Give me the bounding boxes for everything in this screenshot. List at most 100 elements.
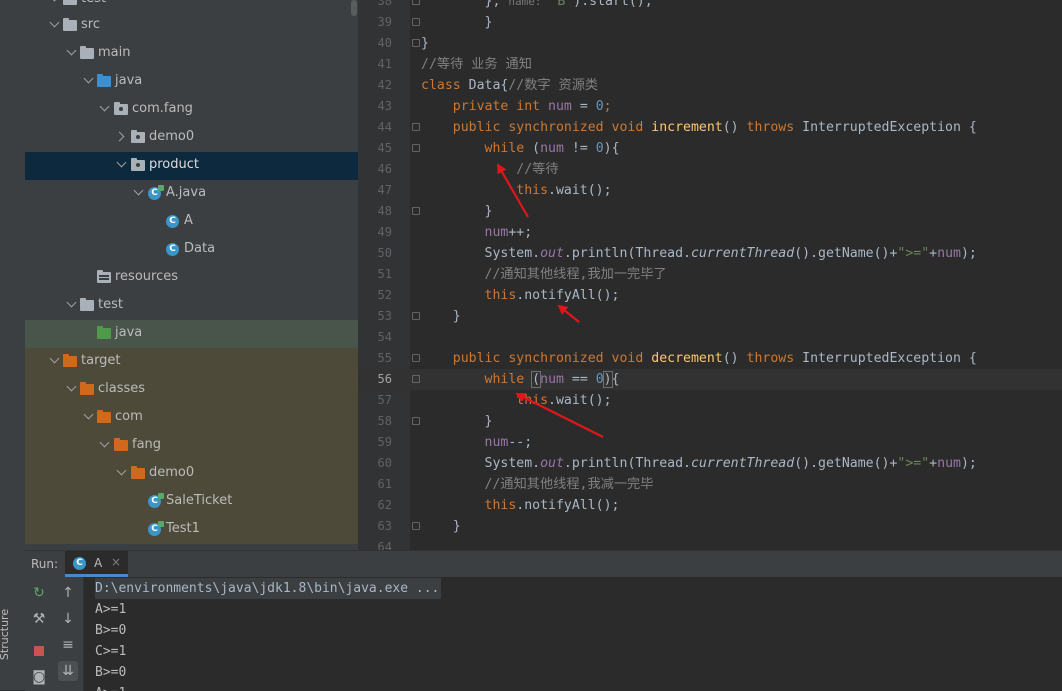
- fold-marker-icon[interactable]: [412, 207, 420, 215]
- soft-wrap-icon[interactable]: ≡: [58, 635, 78, 655]
- chevron-right-icon[interactable]: [114, 131, 125, 142]
- fold-marker-icon[interactable]: [412, 417, 420, 425]
- code-line: 51 //通知其他线程,我加一完毕了: [358, 264, 1062, 285]
- tree-item-saleticket[interactable]: C SaleTicket: [25, 488, 358, 516]
- line-number: 54: [377, 330, 392, 344]
- line-number: 42: [377, 78, 392, 92]
- package-icon: [131, 130, 145, 143]
- tree-item-test1[interactable]: C Test1: [25, 516, 358, 544]
- tree-item-target-demo0[interactable]: demo0: [25, 460, 358, 488]
- fold-marker-icon[interactable]: [412, 123, 420, 131]
- tree-scrollbar-thumb[interactable]: [351, 0, 357, 16]
- chevron-down-icon[interactable]: [133, 185, 144, 196]
- tree-item-fang[interactable]: fang: [25, 432, 358, 460]
- tree-item-com-fang[interactable]: com.fang: [25, 96, 358, 124]
- run-tab-label: A: [94, 556, 103, 570]
- tree-item-class-data[interactable]: C Data: [25, 236, 358, 264]
- line-number: 60: [377, 456, 392, 470]
- fold-marker-icon[interactable]: [412, 375, 420, 383]
- tree-item-label: test: [98, 297, 123, 312]
- fold-marker-icon[interactable]: [412, 354, 420, 362]
- project-tree: test src main java com.fang demo0 produc…: [25, 0, 358, 550]
- arrow-down-icon[interactable]: ↓: [58, 609, 78, 629]
- console-output[interactable]: D:\environments\java\jdk1.8\bin\java.exe…: [85, 577, 1062, 691]
- fold-marker-icon[interactable]: [412, 0, 420, 5]
- tree-item-target[interactable]: target: [25, 348, 358, 376]
- tree-item-test-java[interactable]: java: [25, 320, 358, 348]
- tree-item-resources[interactable]: resources: [25, 264, 358, 292]
- chevron-down-icon[interactable]: [116, 465, 127, 476]
- console-line: B>=0: [95, 623, 127, 638]
- chevron-down-icon[interactable]: [66, 381, 77, 392]
- stop-icon[interactable]: [29, 641, 49, 661]
- scroll-to-end-icon[interactable]: ⇊: [58, 661, 78, 681]
- fold-marker-icon[interactable]: [412, 18, 420, 26]
- structure-tool-button[interactable]: Structure: [0, 604, 23, 674]
- chevron-down-icon[interactable]: [83, 409, 94, 420]
- line-number: 63: [377, 519, 392, 533]
- folder-icon: [63, 0, 77, 5]
- run-panel-header: Run: C A ×: [25, 551, 1062, 577]
- tree-item-src[interactable]: src: [25, 12, 358, 40]
- run-tab-a[interactable]: C A ×: [65, 551, 128, 577]
- arrow-up-icon[interactable]: ↑: [58, 583, 78, 603]
- chevron-down-icon[interactable]: [83, 73, 94, 84]
- chevron-down-icon[interactable]: [116, 157, 127, 168]
- code-line: 46 //等待: [358, 159, 1062, 180]
- code-line: 55 public synchronized void decrement() …: [358, 348, 1062, 369]
- console-command-line[interactable]: D:\environments\java\jdk1.8\bin\java.exe…: [95, 578, 442, 599]
- line-number: 61: [377, 477, 392, 491]
- resources-folder-icon: [97, 270, 111, 283]
- tree-item-class-a[interactable]: C A: [25, 208, 358, 236]
- line-number: 59: [377, 435, 392, 449]
- chevron-down-icon[interactable]: [49, 17, 60, 28]
- package-icon: [131, 158, 145, 171]
- camera-icon[interactable]: ◙: [29, 667, 49, 687]
- code-line: 48 }: [358, 201, 1062, 222]
- code-line: 47 this.wait();: [358, 180, 1062, 201]
- line-number: 44: [377, 120, 392, 134]
- close-icon[interactable]: ×: [111, 555, 121, 569]
- line-number: 47: [377, 183, 392, 197]
- fold-marker-icon[interactable]: [412, 522, 420, 530]
- rerun-icon[interactable]: ↻: [29, 583, 49, 603]
- chevron-down-icon[interactable]: [99, 437, 110, 448]
- line-number: 49: [377, 225, 392, 239]
- line-number: 64: [377, 540, 392, 550]
- tree-item-java[interactable]: java: [25, 68, 358, 96]
- fold-marker-icon[interactable]: [412, 39, 420, 47]
- line-number: 43: [377, 99, 392, 113]
- package-icon: [114, 102, 128, 115]
- chevron-down-icon[interactable]: [49, 353, 60, 364]
- tree-item-classes[interactable]: classes: [25, 376, 358, 404]
- line-number: 55: [377, 351, 392, 365]
- chevron-down-icon[interactable]: [99, 101, 110, 112]
- fold-marker-icon[interactable]: [412, 144, 420, 152]
- line-number: 57: [377, 393, 392, 407]
- line-number: 46: [377, 162, 392, 176]
- line-number: 45: [377, 141, 392, 155]
- tree-item-label: demo0: [149, 465, 195, 480]
- source-folder-icon: [97, 74, 111, 87]
- chevron-down-icon[interactable]: [49, 0, 60, 2]
- code-line: 54: [358, 327, 1062, 348]
- fold-marker-icon[interactable]: [412, 312, 420, 320]
- line-number: 48: [377, 204, 392, 218]
- wrench-icon[interactable]: ⚒: [29, 609, 49, 629]
- tree-item-a-java[interactable]: C A.java: [25, 180, 358, 208]
- run-toolbar-right: ↑ ↓ ≡ ⇊: [53, 577, 84, 691]
- folder-icon: [131, 466, 145, 479]
- code-line: 52 this.notifyAll();: [358, 285, 1062, 306]
- tree-item-demo0[interactable]: demo0: [25, 124, 358, 152]
- chevron-down-icon[interactable]: [66, 297, 77, 308]
- tree-item-main[interactable]: main: [25, 40, 358, 68]
- code-line: 53 }: [358, 306, 1062, 327]
- tree-item-com[interactable]: com: [25, 404, 358, 432]
- java-class-icon: C: [73, 557, 86, 570]
- code-editor[interactable]: 38 }, name: "B").start(); 39 } 40 } 41 /…: [358, 0, 1062, 550]
- chevron-down-icon[interactable]: [66, 45, 77, 56]
- tree-item-product[interactable]: product: [25, 152, 358, 180]
- code-line: 58 }: [358, 411, 1062, 432]
- tree-item-test[interactable]: test: [25, 292, 358, 320]
- run-panel: Run: C A × ↻ ⚒ ◙ ↑ ↓ ≡ ⇊ D:\environments…: [25, 550, 1062, 691]
